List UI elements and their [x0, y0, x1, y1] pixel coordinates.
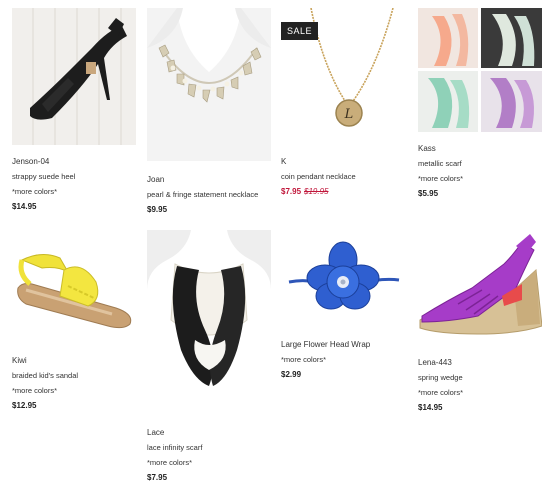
product-description: spring wedge	[418, 373, 463, 382]
product-price: $9.95	[147, 205, 168, 214]
product-description: strappy suede heel	[12, 172, 76, 181]
product-price: $7.95	[147, 473, 168, 482]
sale-badge: SALE	[281, 22, 319, 40]
product-card[interactable]: Lena-443 spring wedge *more colors* $14.…	[418, 230, 542, 412]
more-colors-label: *more colors*	[12, 386, 58, 395]
product-name[interactable]: Lena-443	[418, 358, 542, 367]
more-colors-label: *more colors*	[12, 187, 58, 196]
product-description: lace infinity scarf	[147, 443, 203, 452]
product-price: $14.95	[418, 403, 443, 412]
product-price: $5.95	[418, 189, 439, 198]
product-card[interactable]: L SALE K coin pendant necklace $7.95 $19.…	[281, 8, 405, 196]
product-price: $14.95	[12, 202, 37, 211]
product-image-necklace[interactable]	[147, 8, 271, 161]
product-name[interactable]: K	[281, 157, 405, 166]
product-description: pearl & fringe statement necklace	[147, 190, 259, 199]
product-card[interactable]: Lace lace infinity scarf *more colors* $…	[147, 230, 271, 482]
product-name[interactable]: Jenson-04	[12, 157, 136, 166]
product-image-flower-wrap[interactable]	[281, 230, 405, 330]
product-image-wedge[interactable]	[418, 230, 542, 342]
product-image-heel[interactable]	[12, 8, 136, 145]
svg-text:L: L	[344, 107, 354, 122]
product-card[interactable]: Kass metallic scarf *more colors* $5.95	[418, 8, 542, 198]
sale-price: $7.95	[281, 187, 302, 196]
more-colors-label: *more colors*	[418, 388, 464, 397]
product-card[interactable]: Joan pearl & fringe statement necklace $…	[147, 8, 271, 214]
product-card[interactable]: Jenson-04 strappy suede heel *more color…	[12, 8, 136, 211]
product-image-infinity-scarf[interactable]	[147, 230, 271, 414]
product-price: $7.95 $19.95	[281, 187, 405, 196]
product-price: $12.95	[12, 401, 37, 410]
more-colors-label: *more colors*	[147, 458, 193, 467]
product-name[interactable]: Lace	[147, 428, 271, 437]
product-name[interactable]: Kiwi	[12, 356, 136, 365]
product-name[interactable]: Joan	[147, 175, 271, 184]
product-image-pendant[interactable]: L SALE	[281, 8, 405, 145]
product-price: $2.99	[281, 370, 302, 379]
product-card[interactable]: Large Flower Head Wrap *more colors* $2.…	[281, 230, 405, 379]
product-card[interactable]: Kiwi braided kid's sandal *more colors* …	[12, 230, 136, 410]
product-name[interactable]: Kass	[418, 144, 542, 153]
product-description: metallic scarf	[418, 159, 462, 168]
product-image-sandal[interactable]	[12, 230, 136, 340]
more-colors-label: *more colors*	[281, 355, 327, 364]
product-image-scarf-grid[interactable]	[418, 8, 542, 132]
original-price: $19.95	[304, 187, 329, 196]
product-description: braided kid's sandal	[12, 371, 79, 380]
product-name[interactable]: Large Flower Head Wrap	[281, 340, 405, 349]
product-description: coin pendant necklace	[281, 172, 356, 181]
more-colors-label: *more colors*	[418, 174, 464, 183]
